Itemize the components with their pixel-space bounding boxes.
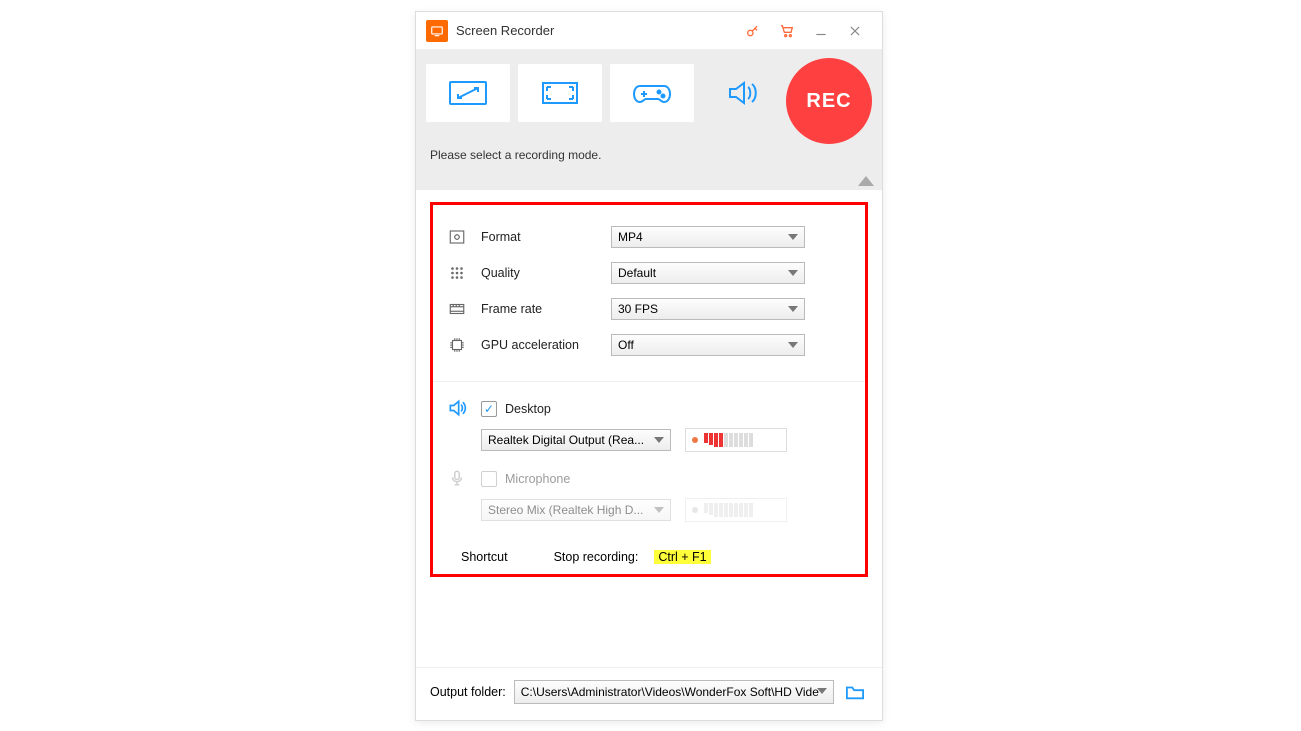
stop-recording-label: Stop recording: <box>554 550 639 564</box>
app-title: Screen Recorder <box>456 23 554 38</box>
format-row: Format MP4 <box>445 219 853 255</box>
desktop-checkbox[interactable] <box>481 401 497 417</box>
mode-region-icon[interactable] <box>426 64 510 122</box>
desktop-device-select[interactable]: Realtek Digital Output (Rea... <box>481 429 671 451</box>
format-icon <box>445 228 469 246</box>
cart-icon[interactable] <box>770 16 804 46</box>
titlebar: Screen Recorder <box>416 12 882 50</box>
shortcut-label: Shortcut <box>461 550 508 564</box>
gpu-row: GPU acceleration Off <box>445 327 853 363</box>
record-label: REC <box>806 90 851 113</box>
framerate-row: Frame rate 30 FPS <box>445 291 853 327</box>
microphone-label: Microphone <box>505 472 570 486</box>
quality-icon <box>445 264 469 282</box>
microphone-device-select[interactable]: Stereo Mix (Realtek High D... <box>481 499 671 521</box>
framerate-label: Frame rate <box>481 302 611 316</box>
key-icon[interactable] <box>736 16 770 46</box>
gpu-select[interactable]: Off <box>611 334 805 356</box>
microphone-audio-block: Microphone Stereo Mix (Realtek High D... <box>445 468 853 522</box>
format-select[interactable]: MP4 <box>611 226 805 248</box>
desktop-audio-block: Desktop Realtek Digital Output (Rea... <box>445 398 853 452</box>
gpu-icon <box>445 336 469 354</box>
app-icon <box>426 20 448 42</box>
quality-label: Quality <box>481 266 611 280</box>
microphone-checkbox[interactable] <box>481 471 497 487</box>
output-folder-select[interactable]: C:\Users\Administrator\Videos\WonderFox … <box>514 680 834 704</box>
mode-bar: REC Please select a recording mode. <box>416 50 882 190</box>
shortcut-row: Shortcut Stop recording: Ctrl + F1 <box>445 550 853 564</box>
output-folder-label: Output folder: <box>430 685 506 699</box>
record-button[interactable]: REC <box>786 58 872 144</box>
quality-select[interactable]: Default <box>611 262 805 284</box>
microphone-icon <box>445 468 469 488</box>
framerate-select[interactable]: 30 FPS <box>611 298 805 320</box>
browse-folder-button[interactable] <box>842 681 868 703</box>
speaker-icon <box>445 398 469 418</box>
collapse-caret-icon[interactable] <box>858 176 874 186</box>
desktop-level-meter <box>685 428 787 452</box>
minimize-button[interactable] <box>804 16 838 46</box>
gpu-label: GPU acceleration <box>481 338 611 352</box>
divider <box>433 381 865 382</box>
framerate-icon <box>445 300 469 318</box>
microphone-level-meter <box>685 498 787 522</box>
stop-recording-key: Ctrl + F1 <box>654 550 710 564</box>
desktop-label: Desktop <box>505 402 551 416</box>
quality-row: Quality Default <box>445 255 853 291</box>
mode-fullscreen-icon[interactable] <box>518 64 602 122</box>
settings-panel: Format MP4 Quality Default Frame rate 30… <box>430 202 868 577</box>
mode-audio-icon[interactable] <box>702 64 786 122</box>
footer: Output folder: C:\Users\Administrator\Vi… <box>416 667 882 720</box>
mode-game-icon[interactable] <box>610 64 694 122</box>
screen-recorder-window: Screen Recorder REC Please se <box>415 11 883 721</box>
format-label: Format <box>481 230 611 244</box>
close-button[interactable] <box>838 16 872 46</box>
mode-hint: Please select a recording mode. <box>430 148 601 162</box>
